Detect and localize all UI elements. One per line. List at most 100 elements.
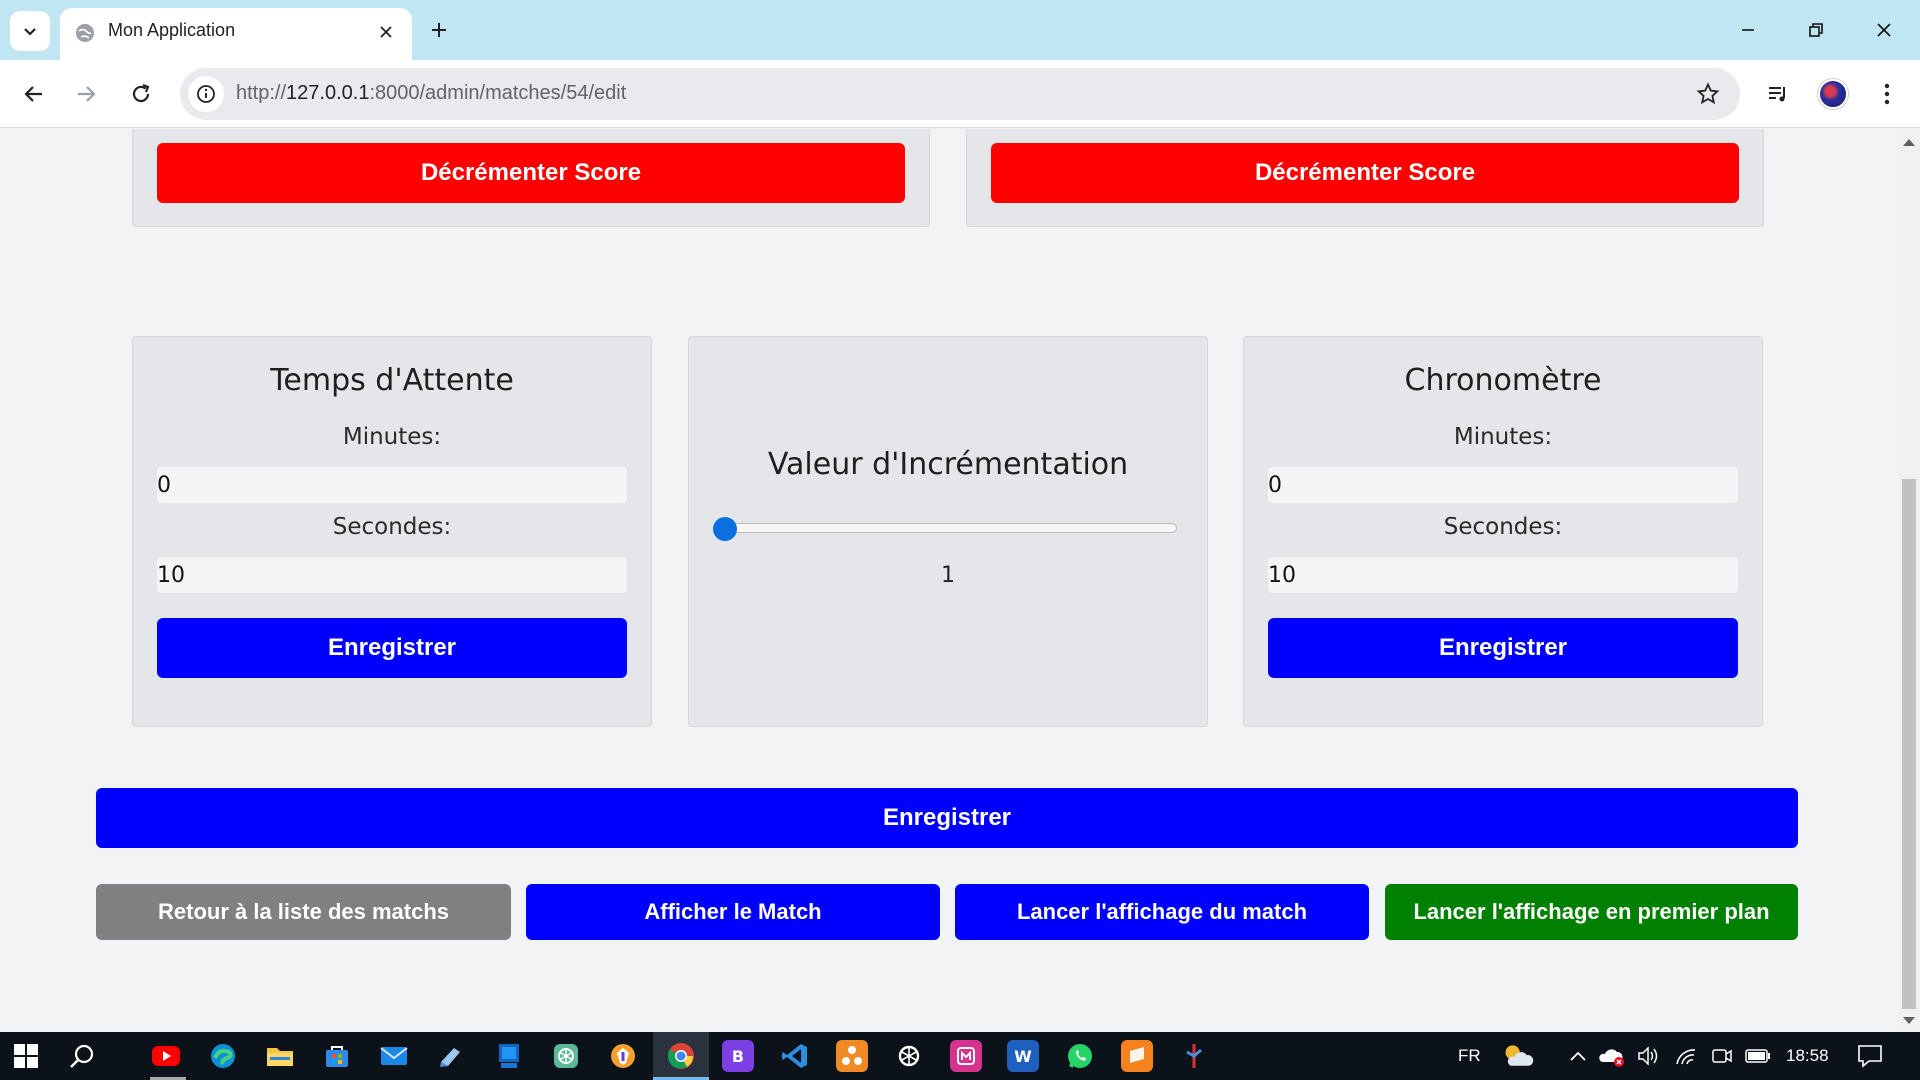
microsoft-store-icon[interactable] <box>321 1040 353 1072</box>
plus-icon <box>432 23 446 37</box>
chronometer-title: Chronomètre <box>1404 363 1602 398</box>
sticky-app-icon[interactable] <box>493 1040 525 1072</box>
minimize-button[interactable] <box>1728 10 1768 50</box>
hub-app-icon[interactable] <box>836 1040 868 1072</box>
url-text: http://127.0.0.1:8000/admin/matches/54/e… <box>236 82 626 105</box>
openai-icon[interactable] <box>893 1040 925 1072</box>
page-scrollbar[interactable] <box>1898 129 1920 1032</box>
onedrive-error-icon[interactable] <box>1596 1040 1628 1072</box>
avatar <box>1818 79 1848 109</box>
chronometer-minutes-input[interactable] <box>1268 467 1738 503</box>
vscode-icon[interactable] <box>779 1040 811 1072</box>
chronometer-card: Chronomètre Minutes: Secondes: Enregistr… <box>1243 336 1763 727</box>
forward-button[interactable] <box>66 74 106 114</box>
team-b-decrement-score-button[interactable]: Décrémenter Score <box>991 143 1739 203</box>
back-button[interactable] <box>14 74 54 114</box>
windows-logo-icon <box>14 1044 38 1068</box>
battery-icon[interactable] <box>1742 1040 1774 1072</box>
address-bar[interactable]: http://127.0.0.1:8000/admin/matches/54/e… <box>180 68 1740 120</box>
scrollbar-thumb[interactable] <box>1902 479 1916 1009</box>
tab-close-button[interactable] <box>372 18 400 46</box>
windows-taskbar: B W FR 18:58 <box>0 1032 1920 1080</box>
flutter-dev-icon[interactable] <box>1178 1040 1210 1072</box>
chrome-icon[interactable] <box>665 1040 697 1072</box>
wait-time-title: Temps d'Attente <box>270 363 514 398</box>
team-b-score-card: Décrémenter Score <box>966 129 1764 227</box>
scroll-up-arrow[interactable] <box>1903 139 1915 146</box>
reload-button[interactable] <box>121 74 161 114</box>
taskbar-search-button[interactable] <box>66 1040 98 1072</box>
tab-search-button[interactable] <box>10 11 50 51</box>
arrow-right-icon <box>78 86 96 102</box>
tab-title: Mon Application <box>108 20 236 40</box>
browser-toolbar: http://127.0.0.1:8000/admin/matches/54/e… <box>0 60 1920 128</box>
bookmark-button[interactable] <box>1692 78 1724 110</box>
chronometer-seconds-label: Secondes: <box>1443 514 1563 540</box>
increment-card: Valeur d'Incrémentation 1 <box>688 336 1208 727</box>
sublime-like-icon[interactable] <box>1121 1040 1153 1072</box>
weather-icon[interactable] <box>1502 1040 1534 1072</box>
team-a-decrement-score-button[interactable]: Décrémenter Score <box>157 143 905 203</box>
database-tool-icon[interactable] <box>950 1040 982 1072</box>
launch-foreground-display-button[interactable]: Lancer l'affichage en premier plan <box>1385 884 1798 940</box>
close-icon <box>1877 23 1891 37</box>
arrow-left-icon <box>24 86 42 102</box>
volume-icon[interactable] <box>1633 1040 1665 1072</box>
edge-icon[interactable] <box>207 1040 239 1072</box>
remote-desktop-icon[interactable] <box>436 1040 468 1072</box>
brave-browser-icon[interactable] <box>607 1040 639 1072</box>
playlist-icon <box>1769 87 1785 102</box>
new-tab-button[interactable] <box>422 13 456 47</box>
wifi-icon[interactable] <box>1670 1040 1702 1072</box>
site-info-button[interactable] <box>188 76 224 112</box>
url-path: :8000/admin/matches/54/edit <box>369 82 627 104</box>
camera-icon[interactable] <box>1706 1040 1738 1072</box>
profile-button[interactable] <box>1813 74 1853 114</box>
launch-display-button[interactable]: Lancer l'affichage du match <box>955 884 1369 940</box>
browser-tab-active[interactable]: Mon Application <box>60 8 412 60</box>
wait-time-minutes-input[interactable] <box>157 467 627 503</box>
scroll-down-arrow[interactable] <box>1903 1017 1915 1024</box>
more-vertical-icon <box>1884 83 1890 105</box>
increment-slider-track[interactable] <box>715 523 1177 533</box>
mail-icon[interactable] <box>378 1040 410 1072</box>
close-window-button[interactable] <box>1864 10 1904 50</box>
chevron-down-icon <box>24 28 36 36</box>
increment-value: 1 <box>941 563 955 588</box>
team-a-score-card: Décrémenter Score <box>132 129 930 227</box>
clock[interactable]: 18:58 <box>1786 1046 1829 1066</box>
reload-icon <box>132 83 150 103</box>
url-prefix: http:// <box>236 82 287 104</box>
chronometer-minutes-label: Minutes: <box>1453 424 1553 450</box>
close-icon <box>380 26 392 38</box>
word-icon[interactable]: W <box>1007 1040 1039 1072</box>
restore-icon <box>1809 23 1823 37</box>
url-host: 127.0.0.1 <box>286 82 370 104</box>
wait-time-save-button[interactable]: Enregistrer <box>157 618 627 678</box>
globe-icon <box>76 24 94 42</box>
file-explorer-icon[interactable] <box>264 1040 296 1072</box>
page-content: Décrémenter Score Décrémenter Score Temp… <box>0 129 1898 1032</box>
info-icon <box>197 85 215 103</box>
chronometer-seconds-input[interactable] <box>1268 557 1738 593</box>
notifications-icon[interactable] <box>1854 1040 1886 1072</box>
wait-time-minutes-label: Minutes: <box>342 424 442 450</box>
star-icon <box>1696 82 1720 105</box>
whatsapp-icon[interactable] <box>1064 1040 1096 1072</box>
wait-time-seconds-input[interactable] <box>157 557 627 593</box>
back-to-matches-button[interactable]: Retour à la liste des matchs <box>96 884 511 940</box>
chronometer-save-button[interactable]: Enregistrer <box>1268 618 1738 678</box>
bootstrap-studio-icon[interactable]: B <box>722 1040 754 1072</box>
chevron-up-icon[interactable] <box>1562 1040 1594 1072</box>
save-match-button[interactable]: Enregistrer <box>96 788 1798 848</box>
media-controls-button[interactable] <box>1758 74 1798 114</box>
language-indicator[interactable]: FR <box>1458 1046 1481 1066</box>
increment-slider-handle[interactable] <box>713 517 737 541</box>
youtube-icon[interactable] <box>150 1040 182 1072</box>
windows-start-button[interactable] <box>10 1040 42 1072</box>
restore-button[interactable] <box>1796 10 1836 50</box>
browser-menu-button[interactable] <box>1867 74 1907 114</box>
chatgpt-desktop-icon[interactable] <box>550 1040 582 1072</box>
show-match-button[interactable]: Afficher le Match <box>526 884 940 940</box>
browser-tab-bar: Mon Application <box>0 0 1920 60</box>
